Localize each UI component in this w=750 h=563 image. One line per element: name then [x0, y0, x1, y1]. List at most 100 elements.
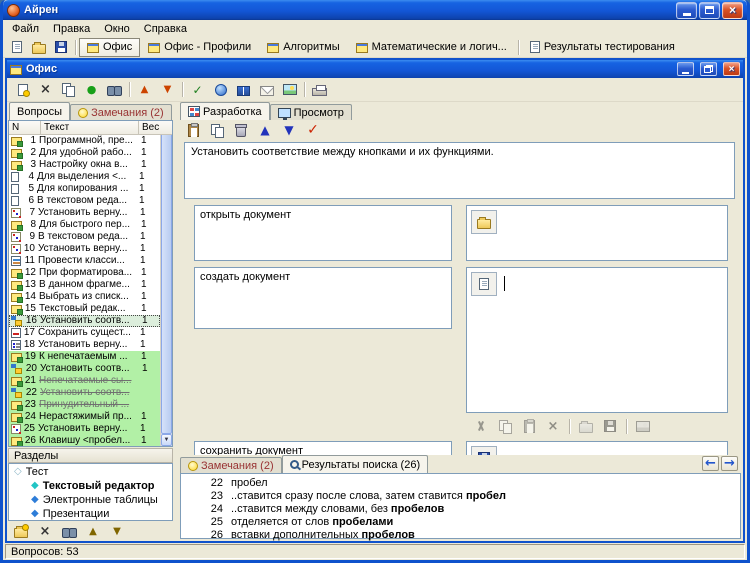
toolbar-tab[interactable]: Математические и логич...: [348, 38, 515, 57]
book-button[interactable]: [232, 79, 255, 100]
cut-icon: [476, 420, 486, 432]
trash-button[interactable]: [230, 121, 252, 140]
tab-preview[interactable]: Просмотр: [269, 104, 352, 120]
tab-develop[interactable]: Разработка: [180, 102, 270, 120]
menu-item[interactable]: Окно: [97, 22, 137, 36]
tree-item-section[interactable]: ◆ Текстовый редактор: [9, 479, 172, 493]
question-weight: 1: [141, 219, 147, 230]
search-result-row[interactable]: 25 отделяется от слов пробелами: [181, 515, 740, 528]
open-button[interactable]: [28, 38, 50, 57]
search-result-row[interactable]: 22 пробел: [181, 476, 740, 489]
tab-remarks-bottom[interactable]: Замечания (2): [180, 457, 282, 473]
question-row[interactable]: 24 Нерастяжимый пр... 1: [9, 411, 160, 423]
tab-questions[interactable]: Вопросы: [9, 102, 71, 120]
question-row[interactable]: 14 Выбрать из списк... 1: [9, 291, 160, 303]
scroll-down-button[interactable]: ▼: [161, 434, 172, 446]
tab-search-results[interactable]: Результаты поиска (26): [281, 455, 429, 473]
move-up-button[interactable]: ▲: [133, 79, 156, 100]
column-header-n[interactable]: N: [9, 121, 41, 135]
question-row[interactable]: 22 Установить соотв...: [9, 387, 160, 399]
delete-button[interactable]: ×: [34, 79, 57, 100]
question-row[interactable]: 8 Для быстрого пер... 1: [9, 219, 160, 231]
toolbar-tab[interactable]: Офис: [79, 37, 141, 57]
minimize-button[interactable]: [676, 1, 697, 19]
question-row[interactable]: 12 При форматирова... 1: [9, 267, 160, 279]
office-restore-button[interactable]: [700, 62, 717, 76]
tab-remarks[interactable]: Замечания (2): [70, 104, 172, 120]
toolbar-tab[interactable]: Результаты тестирования: [522, 38, 683, 57]
menu-item[interactable]: Файл: [5, 22, 46, 36]
sec-down-button[interactable]: ▼: [106, 522, 128, 541]
column-header-text[interactable]: Текст: [41, 121, 139, 135]
question-row[interactable]: 10 Установить верну... 1: [9, 243, 160, 255]
new-button[interactable]: [6, 38, 28, 57]
question-row[interactable]: 18 Установить верну... 1: [9, 339, 160, 351]
toolbar-tab[interactable]: Алгоритмы: [259, 38, 347, 57]
toolbar-tab[interactable]: Офис - Профили: [140, 38, 259, 57]
mail-button[interactable]: [255, 79, 278, 100]
find-button[interactable]: [58, 522, 80, 541]
pair-right-1[interactable]: [466, 205, 728, 261]
tree-item-section[interactable]: ◆ Электронные таблицы: [9, 493, 172, 507]
find-button[interactable]: [103, 79, 126, 100]
question-row[interactable]: 7 Установить верну... 1: [9, 207, 160, 219]
pair-icon-button-1[interactable]: [471, 210, 497, 234]
question-row[interactable]: 17 Сохранить сущест... 1: [9, 327, 160, 339]
pair-icon-button-2[interactable]: [471, 272, 497, 296]
question-row[interactable]: 15 Текстовый редак... 1: [9, 303, 160, 315]
tree-item-root[interactable]: ◇ Тест: [9, 465, 172, 479]
question-row[interactable]: 9В текстовом реда... 1: [9, 231, 160, 243]
new-question-button[interactable]: [11, 79, 34, 100]
question-row[interactable]: 26 Клавишу <пробел... 1: [9, 435, 160, 446]
office-minimize-button[interactable]: [677, 62, 694, 76]
search-result-row[interactable]: 23 ..ставится сразу после слова, затем ст…: [181, 489, 740, 502]
question-row[interactable]: 19 К непечатаемым ... 1: [9, 351, 160, 363]
tree-item-section[interactable]: ◆ Презентации: [9, 507, 172, 521]
scroll-thumb[interactable]: [161, 133, 172, 434]
question-row[interactable]: 2 Для удобной рабо... 1: [9, 147, 160, 159]
question-row[interactable]: 3 Настройку окна в... 1: [9, 159, 160, 171]
search-result-row[interactable]: 24 ..ставится между словами, без пробелов: [181, 502, 740, 515]
delete-button[interactable]: ×: [34, 522, 56, 541]
question-list-scrollbar[interactable]: ▲ ▼: [160, 121, 172, 446]
question-row[interactable]: 21 Непечатаемые сы...: [9, 375, 160, 387]
search-result-row[interactable]: 26 вставки дополнительных пробелов: [181, 528, 740, 541]
question-row[interactable]: 20 Установить соотв... 1: [9, 363, 160, 375]
question-row[interactable]: 25 Установить верну... 1: [9, 423, 160, 435]
apply-button[interactable]: ✓: [302, 121, 324, 140]
run-button[interactable]: ●: [80, 79, 103, 100]
paste-button[interactable]: [182, 121, 204, 140]
image-button[interactable]: [278, 79, 301, 100]
question-row[interactable]: 1 Программной, пре... 1: [9, 135, 160, 147]
move-down-button[interactable]: ▼: [156, 79, 179, 100]
sec-up-button[interactable]: ▲: [82, 522, 104, 541]
pair-left-1[interactable]: открыть документ: [194, 205, 452, 261]
new-section-button[interactable]: [10, 522, 32, 541]
question-text-box[interactable]: Установить соответствие между кнопками и…: [184, 142, 735, 199]
menu-item[interactable]: Справка: [137, 22, 194, 36]
menu-item[interactable]: Правка: [46, 22, 97, 36]
question-row[interactable]: 5 Для копирования ... 1: [9, 183, 160, 195]
pair-left-2[interactable]: создать документ: [194, 267, 452, 329]
check-button[interactable]: ✓: [186, 79, 209, 100]
question-row[interactable]: 16 Установить соотв... 1: [9, 315, 160, 327]
question-row[interactable]: 13 В данном фрагме... 1: [9, 279, 160, 291]
copy-button[interactable]: [57, 79, 80, 100]
column-header-weight[interactable]: Вес: [139, 121, 172, 135]
question-row[interactable]: 11 Провести класси... 1: [9, 255, 160, 267]
question-row[interactable]: 4 Для выделения <... 1: [9, 171, 160, 183]
question-row[interactable]: 6В текстовом реда... 1: [9, 195, 160, 207]
maximize-button[interactable]: [699, 1, 720, 19]
print-button[interactable]: [308, 79, 331, 100]
office-close-button[interactable]: ×: [723, 62, 740, 76]
question-row[interactable]: 23 Принудительный ...: [9, 399, 160, 411]
copy-button[interactable]: [206, 121, 228, 140]
down-blue-button[interactable]: ▼: [278, 121, 300, 140]
globe-button[interactable]: [209, 79, 232, 100]
pair-right-2[interactable]: [466, 267, 728, 413]
next-result-button[interactable]: →: [721, 456, 738, 471]
close-button[interactable]: ×: [722, 1, 743, 19]
up-blue-button[interactable]: ▲: [254, 121, 276, 140]
save-button[interactable]: [50, 38, 72, 57]
prev-result-button[interactable]: ←: [702, 456, 719, 471]
